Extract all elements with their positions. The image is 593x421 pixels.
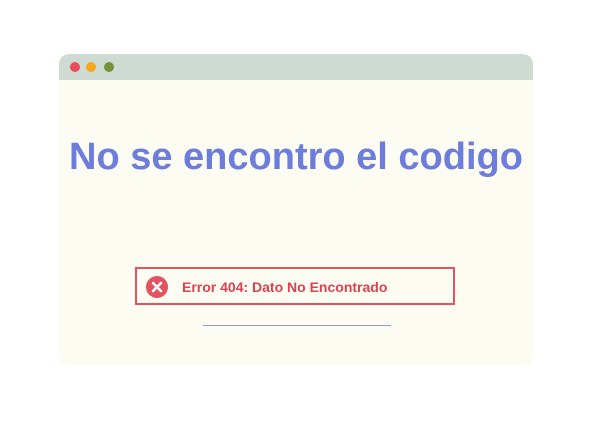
maximize-dot[interactable] bbox=[104, 62, 114, 72]
browser-window: No se encontro el codigo Error 404: Dato… bbox=[59, 54, 533, 366]
close-dot[interactable] bbox=[70, 62, 80, 72]
error-message-box: Error 404: Dato No Encontrado bbox=[135, 267, 455, 305]
page-title: No se encontro el codigo bbox=[69, 136, 523, 178]
window-titlebar bbox=[59, 54, 533, 80]
error-message-text: Error 404: Dato No Encontrado bbox=[182, 279, 388, 295]
divider-line bbox=[203, 325, 391, 326]
error-x-circle-icon bbox=[146, 276, 168, 298]
minimize-dot[interactable] bbox=[86, 62, 96, 72]
